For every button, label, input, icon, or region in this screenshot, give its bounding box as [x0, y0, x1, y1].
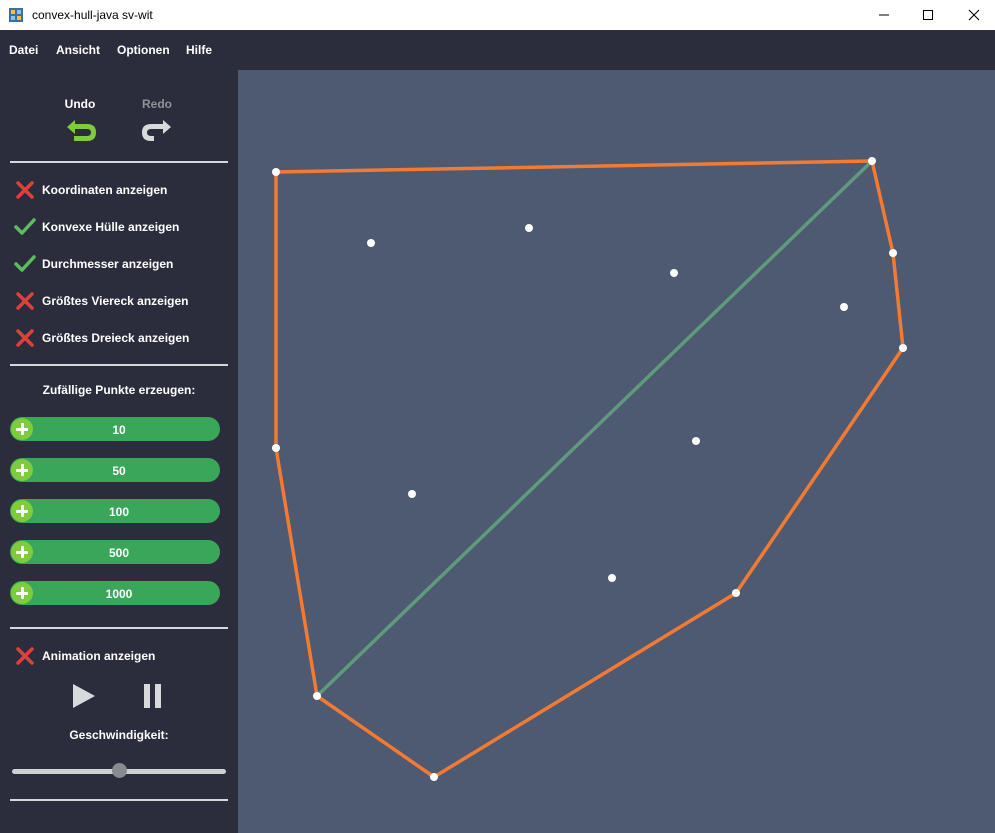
- hull-point[interactable]: [313, 692, 321, 700]
- option-label: Größtes Dreieck anzeigen: [42, 331, 190, 345]
- minimize-icon: [879, 14, 889, 16]
- random-points-title: Zufällige Punkte erzeugen:: [42, 383, 196, 397]
- sidebar: Undo Redo Koordinaten anzeigen Konvexe H…: [0, 70, 238, 833]
- option-groesstes-viereck[interactable]: Größtes Viereck anzeigen: [14, 290, 229, 312]
- divider: [10, 364, 228, 366]
- divider: [10, 627, 228, 629]
- option-label: Koordinaten anzeigen: [42, 183, 168, 197]
- option-animation[interactable]: Animation anzeigen: [14, 645, 229, 667]
- generate-500-button[interactable]: 500: [10, 540, 220, 564]
- redo-label: Redo: [142, 97, 172, 111]
- minimize-button[interactable]: [861, 0, 907, 30]
- hull-point[interactable]: [732, 589, 740, 597]
- speed-slider[interactable]: [12, 762, 226, 780]
- close-icon: [968, 9, 980, 21]
- drawing-canvas[interactable]: [238, 70, 995, 833]
- generate-100-button[interactable]: 100: [10, 499, 220, 523]
- divider: [10, 161, 228, 163]
- option-koordinaten[interactable]: Koordinaten anzeigen: [14, 179, 229, 201]
- option-label: Konvexe Hülle anzeigen: [42, 220, 180, 234]
- button-label: 50: [112, 464, 126, 478]
- interior-point[interactable]: [670, 269, 678, 277]
- interior-point[interactable]: [408, 490, 416, 498]
- menu-hilfe[interactable]: Hilfe: [186, 43, 212, 57]
- undo-arrow-icon[interactable]: [63, 118, 99, 144]
- speed-label: Geschwindigkeit:: [69, 728, 169, 742]
- option-label: Animation anzeigen: [42, 649, 156, 663]
- interior-point[interactable]: [367, 239, 375, 247]
- button-label: 500: [108, 546, 130, 560]
- menu-datei[interactable]: Datei: [9, 43, 38, 57]
- interior-point[interactable]: [525, 224, 533, 232]
- menu-bar: Datei Ansicht Optionen Hilfe: [0, 30, 995, 70]
- hull-point[interactable]: [889, 249, 897, 257]
- title-bar: convex-hull-java sv-wit: [0, 0, 995, 30]
- hull-point[interactable]: [899, 344, 907, 352]
- cross-icon: [16, 329, 34, 347]
- menu-ansicht[interactable]: Ansicht: [56, 43, 100, 57]
- slider-thumb[interactable]: [112, 763, 127, 778]
- hull-point[interactable]: [430, 773, 438, 781]
- option-durchmesser[interactable]: Durchmesser anzeigen: [14, 253, 229, 275]
- checkmark-icon: [14, 218, 36, 235]
- undo-label[interactable]: Undo: [50, 97, 110, 111]
- cross-icon: [16, 292, 34, 310]
- divider: [10, 799, 228, 801]
- generate-1000-button[interactable]: 1000: [10, 581, 220, 605]
- maximize-icon: [923, 10, 933, 20]
- cross-icon: [16, 647, 34, 665]
- button-label: 1000: [105, 587, 133, 601]
- maximize-button[interactable]: [905, 0, 951, 30]
- pause-icon[interactable]: [144, 683, 162, 709]
- hull-point[interactable]: [868, 157, 876, 165]
- cross-icon: [16, 181, 34, 199]
- convex-hull: [274, 159, 905, 779]
- option-konvexe-huelle[interactable]: Konvexe Hülle anzeigen: [14, 216, 229, 238]
- close-button[interactable]: [951, 0, 995, 30]
- button-label: 10: [112, 423, 126, 437]
- checkmark-icon: [14, 255, 36, 272]
- diameter-line: [315, 159, 874, 698]
- canvas-svg: [272, 157, 907, 781]
- window-title: convex-hull-java sv-wit: [32, 8, 153, 22]
- option-label: Größtes Viereck anzeigen: [42, 294, 189, 308]
- interior-point[interactable]: [608, 574, 616, 582]
- play-icon[interactable]: [72, 683, 96, 709]
- hull-point[interactable]: [272, 444, 280, 452]
- hull-point[interactable]: [272, 168, 280, 176]
- redo-arrow-icon: [142, 120, 171, 141]
- generate-10-button[interactable]: 10: [10, 417, 220, 441]
- java-app-icon: [9, 8, 23, 22]
- generate-50-button[interactable]: 50: [10, 458, 220, 482]
- menu-optionen[interactable]: Optionen: [117, 43, 170, 57]
- option-label: Durchmesser anzeigen: [42, 257, 174, 271]
- interior-point[interactable]: [692, 437, 700, 445]
- option-groesstes-dreieck[interactable]: Größtes Dreieck anzeigen: [14, 327, 229, 349]
- interior-point[interactable]: [840, 303, 848, 311]
- button-label: 100: [108, 505, 130, 519]
